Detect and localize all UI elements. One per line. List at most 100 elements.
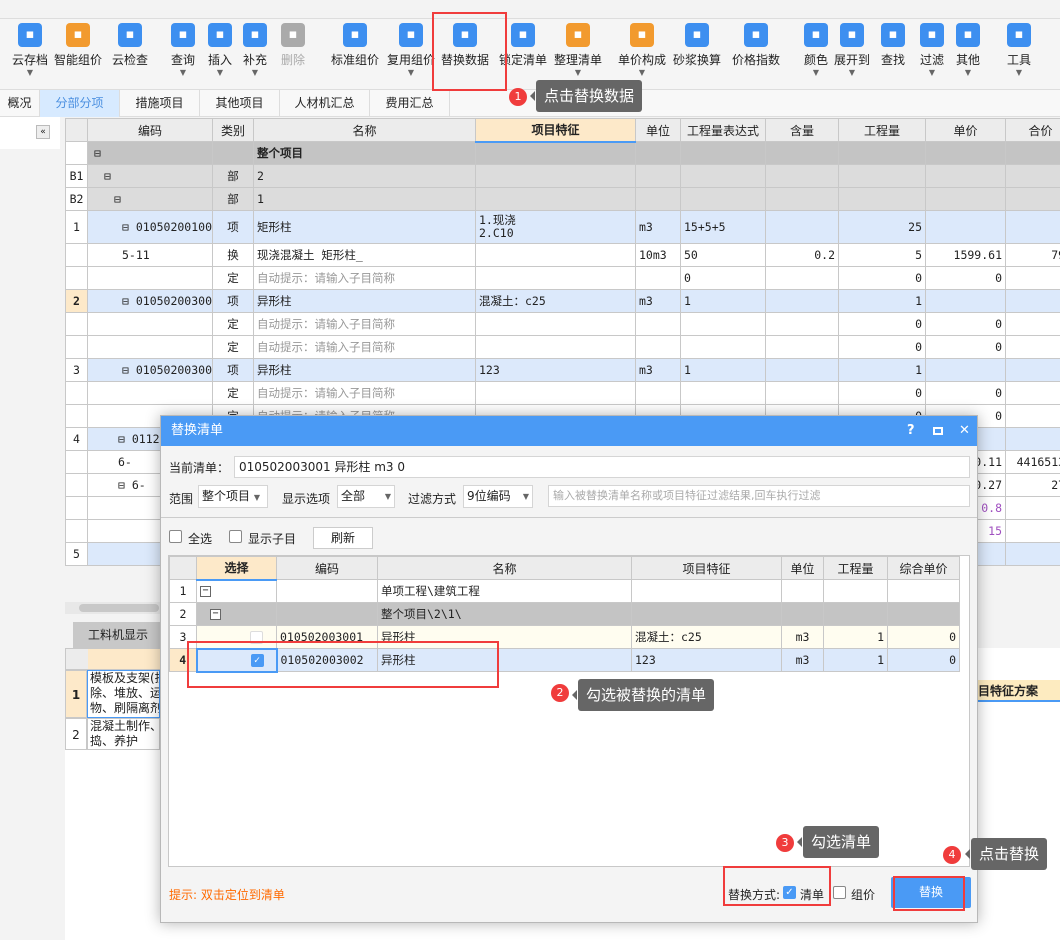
cell-类别[interactable] <box>212 141 254 165</box>
cell-合价[interactable] <box>1005 404 1060 428</box>
bottom-row-text[interactable]: 模板及支架(拆 除、堆放、运 物、刷隔离剂 <box>87 670 160 718</box>
table-row[interactable]: B2 ⊟ 部 1 <box>65 187 1060 211</box>
table-row[interactable]: 定自动提示：请输入子目简称 00 <box>65 312 1060 336</box>
cell-[interactable] <box>65 450 88 474</box>
cell-[interactable] <box>65 519 88 543</box>
cell-工程量[interactable]: 1 <box>838 358 926 382</box>
cell-单价[interactable] <box>925 210 1006 244</box>
toolbar-reuse-price-button[interactable]: ▪ 复用组价 ▼ <box>385 23 437 78</box>
toolbar-cloud-check-button[interactable]: ▪ 云检查 <box>104 23 156 68</box>
cell-编码[interactable]: ⊟ <box>87 164 213 188</box>
cell-类别[interactable]: 定 <box>212 266 254 290</box>
refresh-button[interactable]: 刷新 <box>313 527 373 549</box>
cell-单位[interactable] <box>635 312 681 336</box>
dialog-column-header[interactable]: 项目特征 <box>631 556 782 580</box>
cell-单位[interactable] <box>635 164 681 188</box>
cell-编码[interactable]: ⊟ 010502001002 <box>87 210 213 244</box>
dialog-column-header[interactable]: 编码 <box>276 556 378 580</box>
table-row[interactable]: ⊟ 整个项目 <box>65 141 1060 165</box>
dialog-cell[interactable] <box>276 602 378 626</box>
select-all-checkbox[interactable] <box>169 530 182 543</box>
cell-[interactable]: 4 <box>65 427 88 451</box>
collapse-button[interactable]: « <box>36 125 50 139</box>
chevron-down-icon[interactable]: ▼ <box>616 68 668 78</box>
column-header[interactable] <box>65 118 88 142</box>
cell-编码[interactable] <box>87 312 213 336</box>
dialog-cell[interactable]: 单项工程\建筑工程 <box>377 579 632 603</box>
cell-工程量表达式[interactable]: 50 <box>680 243 766 267</box>
dialog-column-header[interactable]: 单位 <box>781 556 824 580</box>
cell-单位[interactable]: m3 <box>635 210 681 244</box>
cell-工程量表达式[interactable] <box>680 187 766 211</box>
dialog-cell[interactable]: m3 <box>781 625 824 649</box>
cell-[interactable]: 5 <box>65 542 88 566</box>
cell-类别[interactable]: 定 <box>212 335 254 359</box>
chevron-down-icon[interactable]: ▼ <box>942 68 994 78</box>
cell-含量[interactable] <box>765 381 839 405</box>
tab-2[interactable]: 措施项目 <box>120 90 200 117</box>
cell-[interactable] <box>65 404 88 428</box>
dialog-table-row[interactable]: 1 − 单项工程\建筑工程 <box>169 579 960 603</box>
cell-合价[interactable] <box>1005 427 1060 451</box>
dialog-cell[interactable] <box>823 579 888 603</box>
dialog-table-row[interactable]: 2 − 整个项目\2\1\ <box>169 602 960 626</box>
cell-名称[interactable]: 异形柱 <box>253 289 476 313</box>
cell-工程量[interactable]: 0 <box>838 312 926 336</box>
cell-[interactable] <box>65 243 88 267</box>
dialog-cell[interactable]: 混凝土：c25 <box>631 625 782 649</box>
table-row[interactable]: 3 ⊟ 010502003002 项异形柱 123 m3 1 1 <box>65 358 1060 382</box>
cell-项目特征[interactable] <box>475 187 636 211</box>
dialog-cell[interactable] <box>887 579 960 603</box>
toolbar-price-index-button[interactable]: ▪ 价格指数 <box>730 23 782 68</box>
dialog-cell[interactable] <box>823 602 888 626</box>
cell-项目特征[interactable] <box>475 381 636 405</box>
cell-工程量[interactable]: 1 <box>838 289 926 313</box>
cell-编码[interactable] <box>87 381 213 405</box>
cell-单位[interactable]: m3 <box>635 289 681 313</box>
cell-名称[interactable]: 自动提示：请输入子目简称 <box>253 312 476 336</box>
cell-合价[interactable] <box>1005 187 1060 211</box>
column-header[interactable]: 含量 <box>765 118 839 142</box>
cell-[interactable]: 2 <box>65 289 88 313</box>
cell-含量[interactable] <box>765 141 839 165</box>
toolbar-smart-price-button[interactable]: ▪ 智能组价 <box>52 23 104 68</box>
cell-[interactable]: 1 <box>65 210 88 244</box>
cell-编码[interactable] <box>87 266 213 290</box>
cell-工程量表达式[interactable]: 1 <box>680 289 766 313</box>
cell-含量[interactable] <box>765 312 839 336</box>
cell-单价[interactable] <box>925 289 1006 313</box>
dialog-cell[interactable]: m3 <box>781 648 824 672</box>
dialog-column-header[interactable]: 综合单价 <box>887 556 960 580</box>
cell-含量[interactable] <box>765 289 839 313</box>
cell-项目特征[interactable] <box>475 164 636 188</box>
dialog-cell[interactable] <box>781 579 824 603</box>
cell-合价[interactable] <box>1005 381 1060 405</box>
cell-合价[interactable] <box>1005 312 1060 336</box>
dialog-cell[interactable]: 整个项目\2\1\ <box>377 602 632 626</box>
cell-工程量[interactable] <box>838 187 926 211</box>
display-option-select[interactable]: 全部 ▼ <box>337 485 395 508</box>
dialog-cell[interactable] <box>781 602 824 626</box>
cell-工程量表达式[interactable] <box>680 381 766 405</box>
cell-类别[interactable]: 项 <box>212 210 254 244</box>
cell-名称[interactable]: 现浇混凝土 矩形柱_ <box>253 243 476 267</box>
cell-工程量表达式[interactable]: 1 <box>680 358 766 382</box>
cell-含量[interactable] <box>765 164 839 188</box>
cell-单位[interactable]: 10m3 <box>635 243 681 267</box>
toolbar-tools-button[interactable]: ▪ 工具 ▼ <box>993 23 1045 78</box>
cell-名称[interactable]: 自动提示：请输入子目简称 <box>253 266 476 290</box>
cell-单价[interactable] <box>925 187 1006 211</box>
cell-项目特征[interactable]: 混凝土：c25 <box>475 289 636 313</box>
cell-项目特征[interactable]: 1.现浇 2.C10 <box>475 210 636 244</box>
cell-含量[interactable] <box>765 358 839 382</box>
cell-项目特征[interactable] <box>475 141 636 165</box>
cell-名称[interactable]: 1 <box>253 187 476 211</box>
cell-项目特征[interactable] <box>475 312 636 336</box>
dialog-cell[interactable]: 123 <box>631 648 782 672</box>
dialog-column-header[interactable]: 工程量 <box>823 556 888 580</box>
table-row[interactable]: 定自动提示：请输入子目简称 0 0 0 <box>65 266 1060 290</box>
cell-单价[interactable]: 0 <box>925 266 1006 290</box>
chevron-down-icon[interactable]: ▼ <box>826 68 878 78</box>
cell-编码[interactable]: ⊟ <box>87 187 213 211</box>
filter-mode-select[interactable]: 9位编码 ▼ <box>463 485 533 508</box>
